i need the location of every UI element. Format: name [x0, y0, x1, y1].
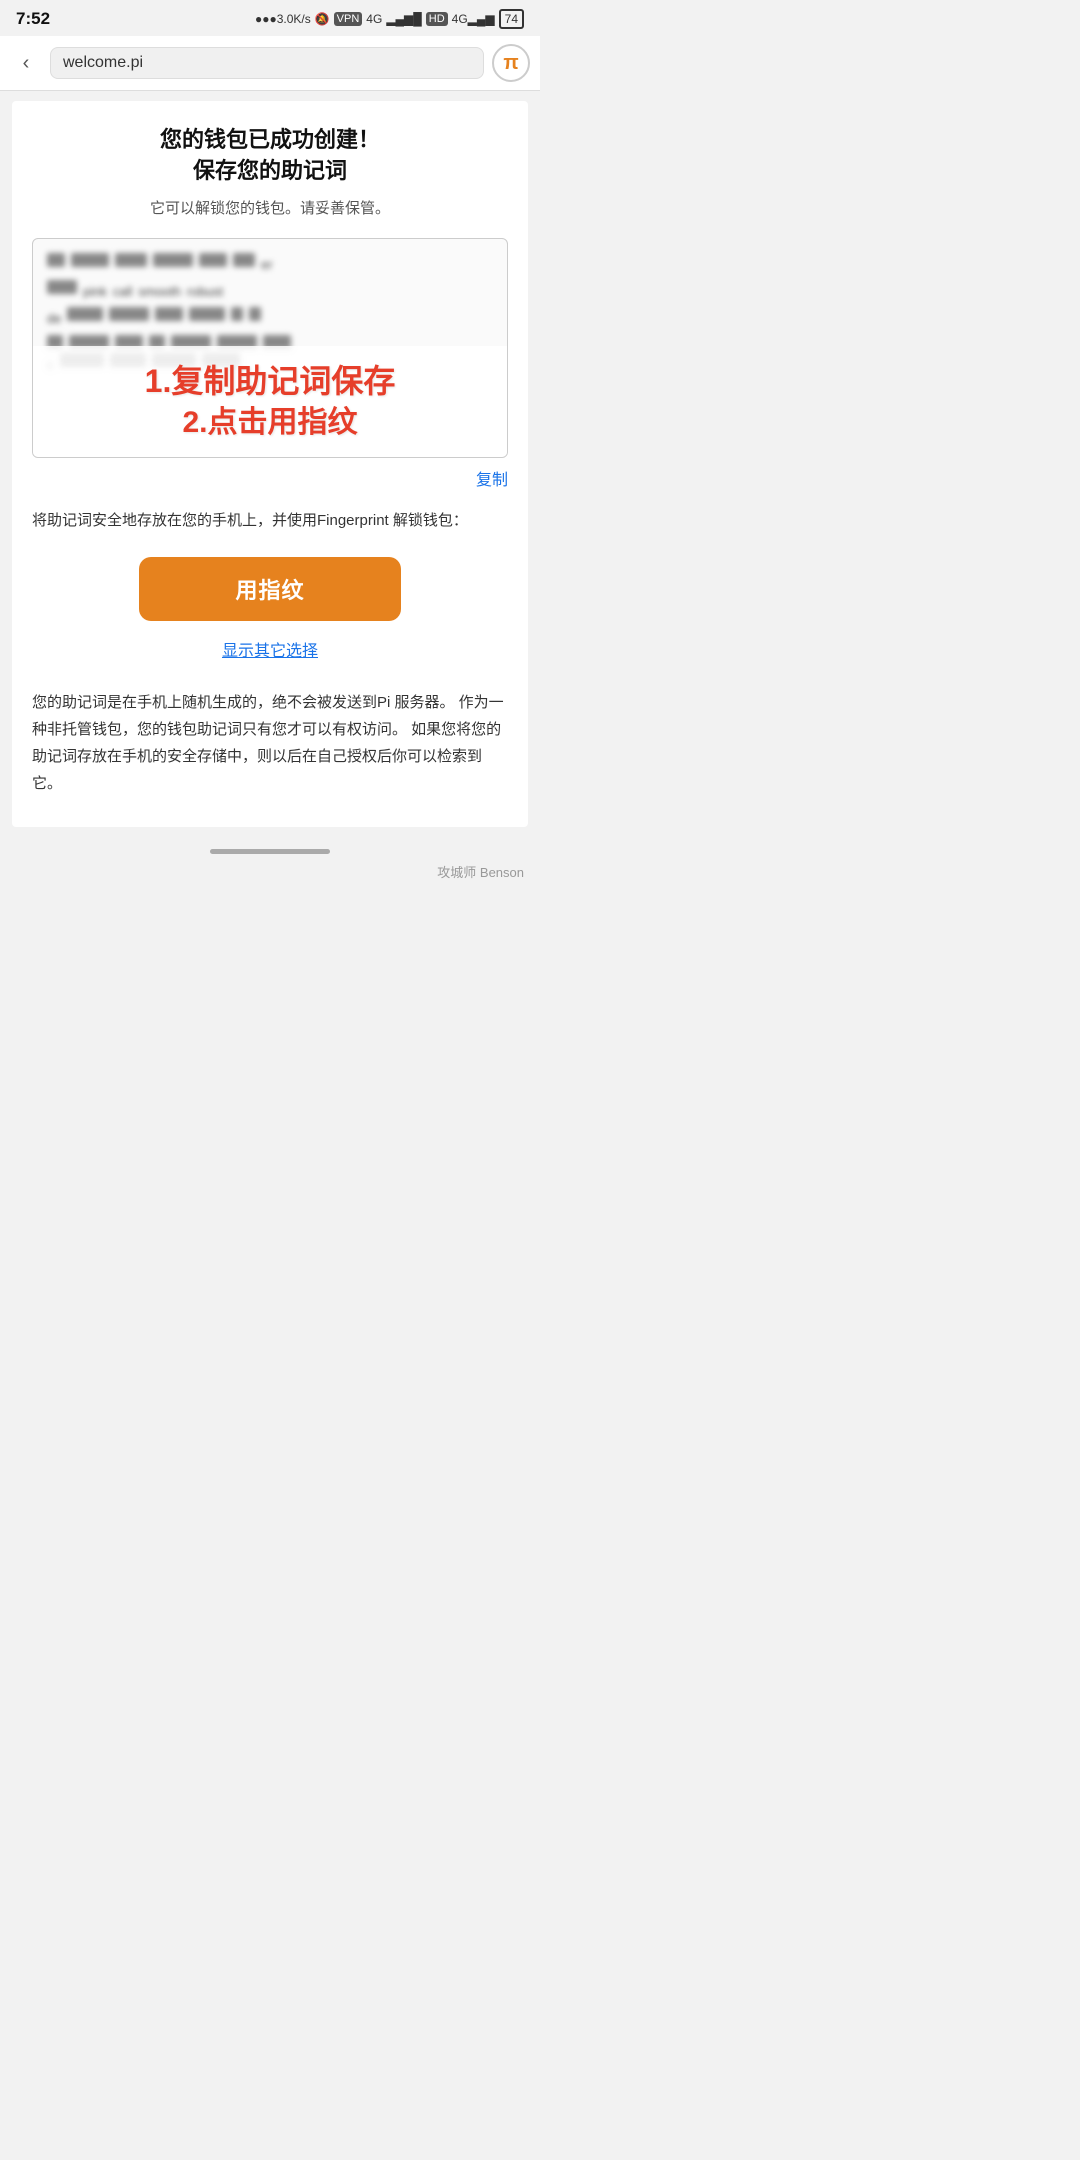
pi-logo-button[interactable]: π [492, 44, 530, 82]
copy-link[interactable]: 复制 [32, 466, 508, 490]
mute-icon: 🔕 [315, 12, 330, 26]
back-icon: ‹ [23, 52, 30, 75]
hd-badge: HD [426, 12, 448, 26]
mnemonic-box: er pink call smooth robust de [32, 238, 508, 458]
overlay-instruction-2: 2.点击用指纹 [43, 405, 497, 441]
page-title: 您的钱包已成功创建！ 保存您的助记词 [32, 125, 508, 187]
browser-bar: ‹ π [0, 36, 540, 91]
signal-4g: 4G [366, 12, 382, 26]
battery-level: 74 [505, 12, 518, 26]
overlay-instruction-1: 1.复制助记词保存 [43, 362, 497, 400]
signal-bars: ▂▄▆█ [386, 12, 421, 26]
vpn-badge: VPN [334, 12, 363, 26]
network-speed: ●●●3.0K/s [255, 12, 311, 26]
url-bar[interactable] [50, 47, 484, 79]
page-subtitle: 它可以解锁您的钱包。请妥善保管。 [32, 197, 508, 218]
description-text: 将助记词安全地存放在您的手机上，并使用Fingerprint 解锁钱包： [32, 508, 508, 534]
battery-icon: 74 [499, 9, 524, 29]
home-indicator [210, 849, 330, 854]
status-time: 7:52 [16, 9, 50, 29]
watermark: 攻城师 Benson [0, 860, 540, 889]
page-content: 您的钱包已成功创建！ 保存您的助记词 它可以解锁您的钱包。请妥善保管。 er p… [12, 101, 528, 827]
status-bar: 7:52 ●●●3.0K/s 🔕 VPN 4G ▂▄▆█ HD 4G▂▄▆ 74 [0, 0, 540, 36]
info-text: 您的助记词是在手机上随机生成的，绝不会被发送到Pi 服务器。 作为一种非托管钱包… [32, 689, 508, 797]
mnemonic-overlay: 1.复制助记词保存 2.点击用指纹 [33, 346, 507, 456]
back-button[interactable]: ‹ [10, 47, 42, 79]
fingerprint-button[interactable]: 用指纹 [139, 557, 401, 621]
signal-bars-2: 4G▂▄▆ [452, 12, 495, 26]
show-other-link[interactable]: 显示其它选择 [32, 637, 508, 661]
bottom-bar [0, 837, 540, 860]
pi-icon: π [503, 52, 518, 75]
status-right: ●●●3.0K/s 🔕 VPN 4G ▂▄▆█ HD 4G▂▄▆ 74 [255, 9, 524, 29]
